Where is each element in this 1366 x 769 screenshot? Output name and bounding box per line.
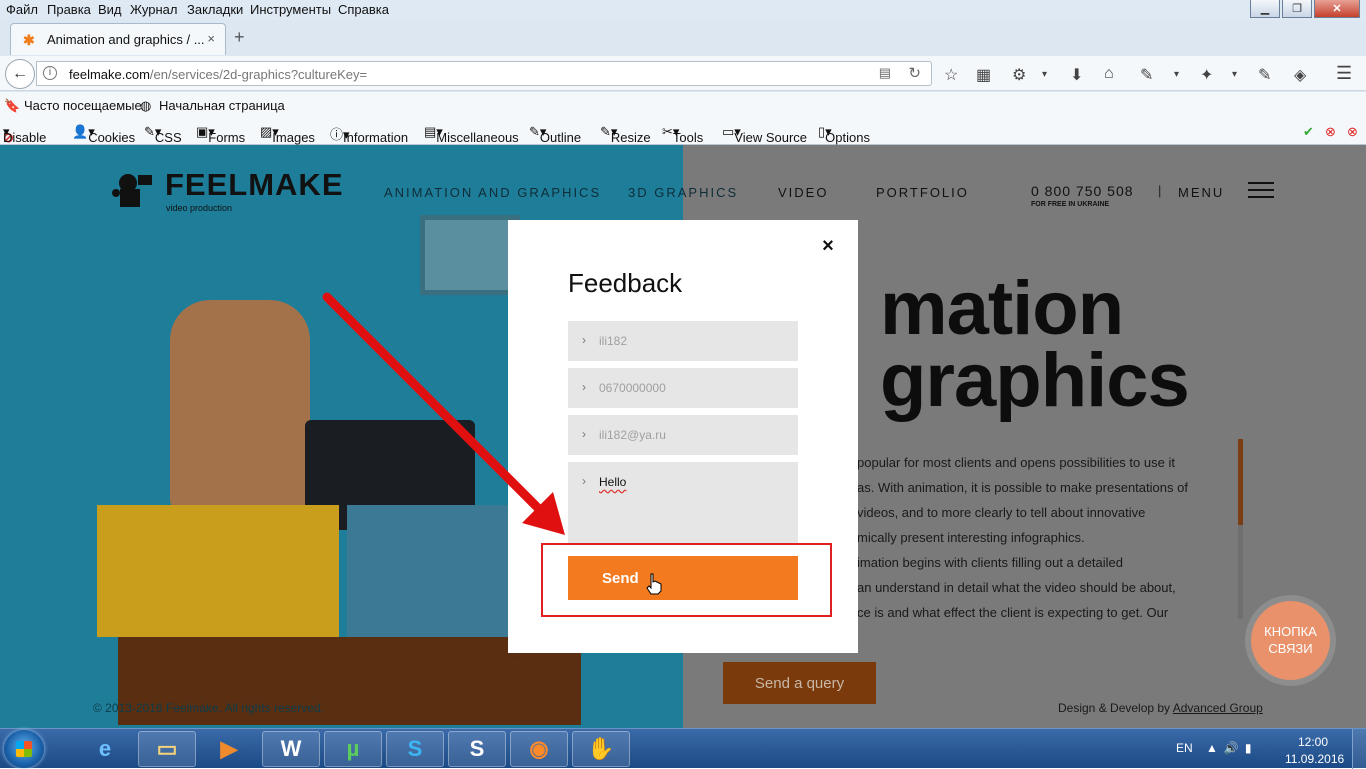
wd-outline[interactable]: ✎ Outline ▾ (529, 124, 581, 145)
wd-options[interactable]: ▯ Options ▾ (818, 124, 870, 145)
tab-bar: ✱ Animation and graphics / ... × + (0, 20, 1366, 56)
hamburger-menu-icon[interactable]: ☰ (1336, 63, 1352, 84)
pocket-icon[interactable]: ◈ (1294, 65, 1306, 85)
info-icon[interactable]: i (43, 66, 57, 80)
windows-logo-icon (16, 741, 32, 757)
menu-help[interactable]: Справка (338, 2, 389, 17)
checkmark-icon[interactable]: ✔ (1303, 124, 1314, 140)
wd-images[interactable]: ▨ Images ▾ (260, 124, 315, 145)
settings-gear-icon[interactable]: ⚙ (1012, 65, 1026, 85)
back-button[interactable]: ← (5, 59, 35, 89)
menu-file[interactable]: Файл (6, 2, 38, 17)
word-icon[interactable]: W (262, 731, 320, 767)
tab-close-icon[interactable]: × (207, 31, 215, 46)
browser-chrome: Файл Правка Вид Журнал Закладки Инструме… (0, 0, 1366, 145)
url-bar[interactable]: i feelmake.com/en/services/2d-graphics?c… (36, 61, 932, 86)
error-icon[interactable]: ⊗ (1325, 124, 1336, 140)
hand-app-icon[interactable]: ✋ (572, 731, 630, 767)
wd-tools[interactable]: ✂ Tools ▾ (662, 124, 703, 145)
language-indicator[interactable]: EN (1176, 741, 1193, 755)
clock-time[interactable]: 12:00 (1298, 735, 1328, 749)
menu-tools[interactable]: Инструменты (250, 2, 331, 17)
wd-view-source[interactable]: ▭ View Source ▾ (722, 124, 807, 145)
annotation-arrow (322, 292, 565, 535)
feelmake-favicon-icon: ✱ (23, 32, 35, 48)
downloads-icon[interactable]: ⬇ (1070, 65, 1083, 85)
globe-icon: ◍ (140, 98, 152, 113)
menu-edit[interactable]: Правка (47, 2, 91, 17)
wd-cookies[interactable]: 👤 Cookies ▾ (72, 124, 135, 145)
menu-history[interactable]: Журнал (130, 2, 177, 17)
bookmarks-list-icon[interactable]: ▦ (976, 65, 991, 85)
url-text: feelmake.com/en/services/2d-graphics?cul… (69, 67, 368, 82)
window-controls: ▁ ❐ ✕ (1250, 0, 1360, 18)
minimize-button[interactable]: ▁ (1250, 0, 1280, 18)
extension-icon[interactable]: ✦ (1200, 65, 1213, 85)
dropdown-arrow-icon[interactable]: ▾ (1232, 69, 1237, 80)
tray-icons[interactable]: ▲🔊▮ (1206, 741, 1257, 755)
skype-icon[interactable]: S (386, 731, 444, 767)
annotation-highlight-box (541, 543, 832, 617)
reload-icon[interactable]: ↻ (908, 64, 921, 82)
bookmark-most-visited[interactable]: Часто посещаемые (24, 98, 142, 113)
start-button[interactable] (4, 730, 44, 768)
reader-view-icon[interactable]: ▤ (879, 65, 891, 81)
wd-information[interactable]: ⓘ Information ▾ (330, 124, 408, 145)
file-explorer-icon[interactable]: ▭ (138, 731, 196, 767)
maximize-button[interactable]: ❐ (1282, 0, 1312, 18)
utorrent-icon[interactable]: µ (324, 731, 382, 767)
wd-forms[interactable]: ▣ Forms ▾ (196, 124, 245, 145)
bookmark-icon: 🔖 (4, 98, 21, 113)
clock-date[interactable]: 11.09.2016 (1285, 752, 1344, 766)
tab-active[interactable]: ✱ Animation and graphics / ... × (10, 23, 226, 55)
dropdown-arrow-icon[interactable]: ▾ (1174, 69, 1179, 80)
menu-bookmarks[interactable]: Закладки (187, 2, 243, 17)
wd-miscellaneous[interactable]: ▤ Miscellaneous ▾ (424, 124, 519, 145)
wd-resize[interactable]: ✎ Resize ▾ (600, 124, 651, 145)
bookmarks-bar: 🔖 Часто посещаемые ◍ Начальная страница (0, 92, 1366, 118)
tab-title: Animation and graphics / ... (47, 32, 205, 47)
screenshot-icon[interactable]: ✎ (1140, 65, 1153, 85)
hand-cursor-icon (646, 573, 662, 595)
home-icon[interactable]: ⌂ (1104, 65, 1114, 83)
new-tab-button[interactable]: + (234, 27, 245, 48)
edit-icon[interactable]: ✎ (1258, 65, 1271, 85)
wd-disable[interactable]: ⊘ Disable ▾ (3, 124, 46, 145)
show-desktop-button[interactable] (1352, 729, 1366, 769)
dropdown-arrow-icon[interactable]: ▾ (1042, 69, 1047, 80)
close-window-button[interactable]: ✕ (1314, 0, 1360, 18)
media-player-icon[interactable]: ▶ (200, 731, 258, 767)
web-developer-toolbar: ⊘ Disable ▾ 👤 Cookies ▾ ✎ CSS ▾ ▣ Forms ▾ ▨ Image… (0, 118, 1366, 145)
snagit-icon[interactable]: S (448, 731, 506, 767)
taskbar: e ▭ ▶ W µ S S ◉ ✋ EN ▲🔊▮ 12:00 11.09.201… (0, 728, 1366, 769)
menu-bar: Файл Правка Вид Журнал Закладки Инструме… (0, 0, 1366, 20)
firefox-icon[interactable]: ◉ (510, 731, 568, 767)
web-page: FEELMAKE video production ANIMATION AND … (0, 145, 1366, 728)
close-toolbar-icon[interactable]: ⊗ (1347, 124, 1358, 140)
menu-view[interactable]: Вид (98, 2, 122, 17)
internet-explorer-icon[interactable]: e (76, 731, 134, 767)
bookmark-star-icon[interactable]: ☆ (944, 65, 958, 85)
wd-css[interactable]: ✎ CSS ▾ (144, 124, 182, 145)
bookmark-start-page[interactable]: Начальная страница (159, 98, 285, 113)
navigation-bar: ← i feelmake.com/en/services/2d-graphics… (0, 56, 1366, 91)
